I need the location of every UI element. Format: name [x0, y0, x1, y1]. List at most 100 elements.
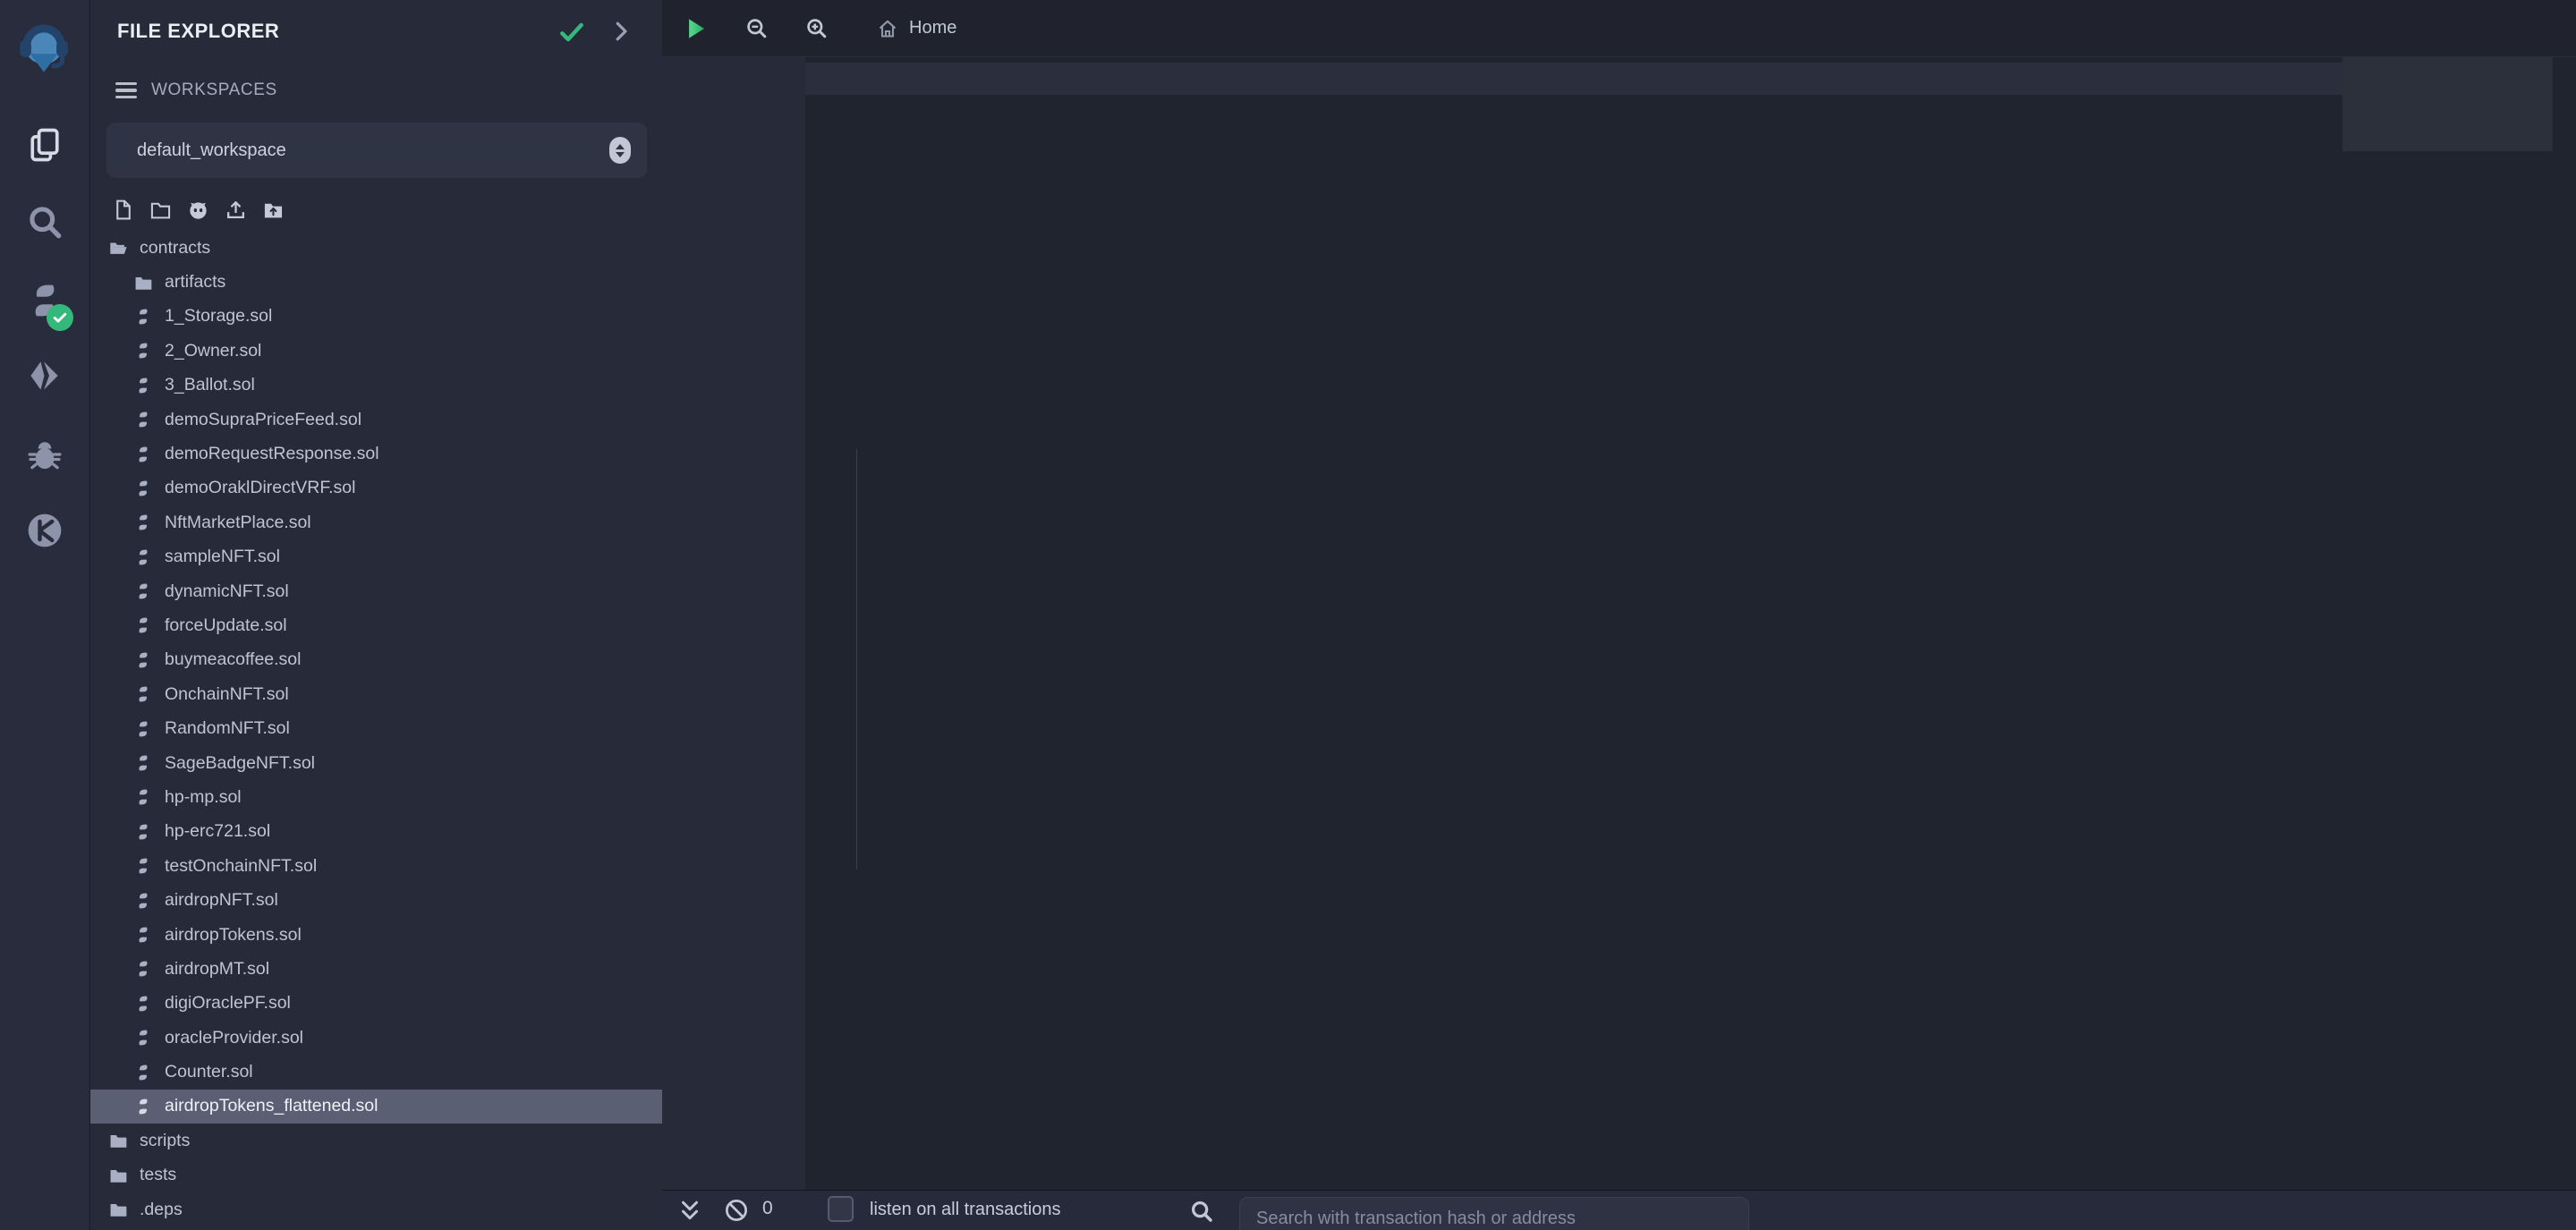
tree-item-OnchainNFT.sol[interactable]: OnchainNFT.sol [90, 677, 662, 711]
activity-item-deploy-and-run[interactable] [0, 344, 89, 408]
tree-item-label: RandomNFT.sol [165, 718, 290, 739]
solidity-file-icon [133, 547, 153, 567]
tree-item-SageBadgeNFT.sol[interactable]: SageBadgeNFT.sol [90, 746, 662, 780]
activity-item-klaytn-plugin[interactable] [0, 498, 89, 563]
tree-item-buymeacoffee.sol[interactable]: buymeacoffee.sol [90, 643, 662, 677]
tree-item-airdropTokens_flattened.sol[interactable]: airdropTokens_flattened.sol [90, 1090, 662, 1124]
tree-item-2_Owner.sol[interactable]: 2_Owner.sol [90, 334, 662, 368]
tree-item-airdropNFT.sol[interactable]: airdropNFT.sol [90, 883, 662, 917]
tree-item-testOnchainNFT.sol[interactable]: testOnchainNFT.sol [90, 849, 662, 883]
tree-item-demoSupraPriceFeed.sol[interactable]: demoSupraPriceFeed.sol [90, 403, 662, 437]
solidity-file-icon [133, 787, 153, 807]
search-icon [25, 202, 64, 242]
code-lines [805, 63, 2576, 1190]
folder-icon [108, 1131, 128, 1150]
select-stepper-icon [609, 137, 631, 164]
tree-item-scripts[interactable]: scripts [90, 1124, 662, 1158]
solidity-file-icon [133, 822, 153, 842]
workspaces-label: WORKSPACES [151, 81, 277, 100]
tree-item-label: oracleProvider.sol [165, 1028, 303, 1048]
remix-ide-logo [7, 11, 81, 88]
listen-checkbox[interactable] [828, 1196, 854, 1222]
solidity-file-icon [133, 1063, 153, 1082]
solidity-file-icon [133, 959, 153, 979]
tree-item-label: scripts [140, 1131, 190, 1151]
tree-item-label: Counter.sol [165, 1062, 253, 1082]
upload-folder-icon[interactable] [262, 199, 285, 221]
terminal-bar: 0 listen on all transactions [662, 1190, 2576, 1230]
tree-item-.deps[interactable]: .deps [90, 1192, 662, 1226]
terminal-search-icon [1188, 1198, 1215, 1225]
tree-item-label: 1_Storage.sol [165, 306, 272, 327]
folder-icon [108, 1166, 128, 1185]
tree-item-artifacts[interactable]: artifacts [90, 265, 662, 299]
tree-item-hp-erc721.sol[interactable]: hp-erc721.sol [90, 815, 662, 849]
deploy-icon [25, 356, 64, 395]
code-editor[interactable] [662, 57, 2576, 1190]
solidity-file-icon [133, 994, 153, 1014]
minimap-viewport[interactable] [2342, 57, 2553, 151]
tree-item-contracts[interactable]: contracts [90, 231, 662, 265]
solidity-file-icon [133, 1097, 153, 1116]
minimap[interactable] [2342, 57, 2553, 1190]
tab-Home[interactable]: Home [854, 0, 980, 56]
play-icon[interactable] [682, 15, 709, 42]
solidity-file-icon [133, 925, 153, 945]
tree-item-1_Storage.sol[interactable]: 1_Storage.sol [90, 300, 662, 334]
tree-item-label: buymeacoffee.sol [165, 649, 302, 670]
tree-item-Counter.sol[interactable]: Counter.sol [90, 1055, 662, 1089]
panel-title: FILE EXPLORER [117, 20, 279, 43]
activity-item-solidity-compiler[interactable] [0, 268, 89, 333]
files-icon [25, 125, 64, 165]
tree-item-label: tests [140, 1165, 176, 1185]
new-folder-icon[interactable] [149, 199, 172, 221]
zoom-out-icon[interactable] [744, 16, 769, 40]
activity-item-file-explorer[interactable] [0, 113, 89, 177]
solidity-file-icon [133, 753, 153, 773]
solidity-file-icon [133, 479, 153, 498]
new-file-icon[interactable] [112, 199, 134, 221]
solidity-file-icon [133, 513, 153, 532]
tree-item-dynamicNFT.sol[interactable]: dynamicNFT.sol [90, 574, 662, 608]
tree-item-hp-mp.sol[interactable]: hp-mp.sol [90, 780, 662, 814]
tree-item-demoOraklDirectVRF.sol[interactable]: demoOraklDirectVRF.sol [90, 471, 662, 505]
tree-item-RandomNFT.sol[interactable]: RandomNFT.sol [90, 711, 662, 745]
editor-gutter [662, 57, 805, 1190]
solidity-file-icon [133, 307, 153, 327]
workspace-select[interactable]: default_workspace [106, 123, 647, 178]
upload-file-icon[interactable] [225, 199, 247, 221]
tree-item-airdropTokens.sol[interactable]: airdropTokens.sol [90, 918, 662, 952]
terminal-expand-icon[interactable] [676, 1197, 703, 1224]
tree-item-sampleNFT.sol[interactable]: sampleNFT.sol [90, 540, 662, 574]
workspaces-menu-icon[interactable] [115, 82, 137, 99]
solidity-file-icon [133, 445, 153, 464]
tree-item-forceUpdate.sol[interactable]: forceUpdate.sol [90, 608, 662, 642]
tree-item-demoRequestResponse.sol[interactable]: demoRequestResponse.sol [90, 437, 662, 471]
tree-item-label: sampleNFT.sol [165, 547, 280, 567]
solidity-file-icon [133, 684, 153, 704]
github-icon[interactable] [187, 199, 209, 221]
activity-item-search[interactable] [0, 190, 89, 254]
compiler-success-badge [47, 304, 73, 331]
tree-item-oracleProvider.sol[interactable]: oracleProvider.sol [90, 1021, 662, 1055]
tree-item-digiOraclePF.sol[interactable]: digiOraclePF.sol [90, 987, 662, 1021]
tree-item-tests[interactable]: tests [90, 1158, 662, 1192]
home-icon [877, 18, 898, 39]
solidity-file-icon [133, 376, 153, 395]
transaction-search-input[interactable] [1239, 1197, 1749, 1230]
collapse-chevron-right-icon[interactable] [608, 18, 634, 45]
tab-label: Home [909, 18, 956, 38]
solidity-file-icon [133, 581, 153, 601]
tree-item-airdropMT.sol[interactable]: airdropMT.sol [90, 952, 662, 986]
listen-label[interactable]: listen on all transactions [870, 1200, 1060, 1220]
tree-item-NftMarketPlace.sol[interactable]: NftMarketPlace.sol [90, 505, 662, 539]
tree-item-label: OnchainNFT.sol [165, 684, 289, 705]
zoom-in-icon[interactable] [804, 16, 829, 40]
file-tree: contractsartifacts 1_Storage.sol 2_Owner.s… [90, 231, 662, 1226]
clear-console-icon[interactable] [723, 1197, 750, 1224]
workspace-name: default_workspace [137, 140, 286, 161]
solidity-file-icon [133, 1028, 153, 1048]
tree-item-3_Ballot.sol[interactable]: 3_Ballot.sol [90, 369, 662, 403]
activity-item-debugger[interactable] [0, 422, 89, 487]
tree-item-label: 2_Owner.sol [165, 341, 261, 361]
